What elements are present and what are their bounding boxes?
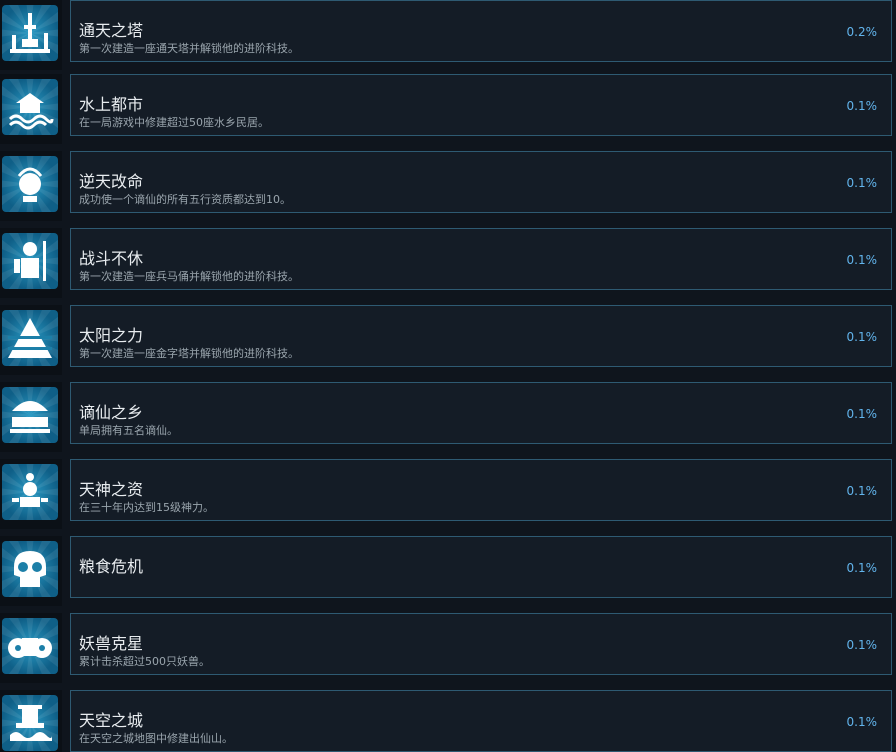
skull-icon <box>2 541 58 597</box>
achievement-icon-frame <box>0 690 62 752</box>
achievement-row[interactable]: 逆天改命 成功使一个谪仙的所有五行资质都达到10。 0.1% <box>0 151 896 228</box>
water-city-icon <box>2 79 58 135</box>
achievement-panel: 太阳之力 第一次建造一座金字塔并解锁他的进阶科技。 0.1% <box>70 305 892 367</box>
achievement-row[interactable]: 天空之城 在天空之城地图中修建出仙山。 0.1% <box>0 690 896 752</box>
achievement-title: 谪仙之乡 <box>79 403 144 422</box>
achievement-row[interactable]: 谪仙之乡 单局拥有五名谪仙。 0.1% <box>0 382 896 459</box>
achievement-icon-frame <box>0 151 62 221</box>
pyramid-icon <box>2 310 58 366</box>
achievement-row[interactable]: 战斗不休 第一次建造一座兵马俑并解锁他的进阶科技。 0.1% <box>0 228 896 305</box>
achievement-panel: 粮食危机 0.1% <box>70 536 892 598</box>
achievement-panel: 战斗不休 第一次建造一座兵马俑并解锁他的进阶科技。 0.1% <box>70 228 892 290</box>
village-icon <box>2 387 58 443</box>
achievement-panel: 谪仙之乡 单局拥有五名谪仙。 0.1% <box>70 382 892 444</box>
achievement-title: 战斗不休 <box>79 249 144 268</box>
achievement-description: 累计击杀超过500只妖兽。 <box>79 655 210 668</box>
achievement-icon-frame <box>0 536 62 606</box>
achievement-description: 成功使一个谪仙的所有五行资质都达到10。 <box>79 193 291 206</box>
achievement-icon-frame <box>0 0 62 70</box>
achievement-panel: 逆天改命 成功使一个谪仙的所有五行资质都达到10。 0.1% <box>70 151 892 213</box>
achievement-description: 在三十年内达到15级神力。 <box>79 501 214 514</box>
achievement-percent: 0.1% <box>846 484 878 498</box>
achievement-percent: 0.1% <box>846 330 878 344</box>
achievement-title: 水上都市 <box>79 95 144 114</box>
achievement-title: 逆天改命 <box>79 172 144 191</box>
achievement-description: 在天空之城地图中修建出仙山。 <box>79 732 233 745</box>
achievement-panel: 通天之塔 第一次建造一座通天塔并解锁他的进阶科技。 0.2% <box>70 0 892 62</box>
achievement-title: 妖兽克星 <box>79 634 144 653</box>
achievement-list: 通天之塔 第一次建造一座通天塔并解锁他的进阶科技。 0.2% 水上都市 在一局游… <box>0 0 896 752</box>
achievement-percent: 0.1% <box>846 176 878 190</box>
achievement-title: 天空之城 <box>79 711 144 730</box>
achievement-panel: 妖兽克星 累计击杀超过500只妖兽。 0.1% <box>70 613 892 675</box>
achievement-row[interactable]: 太阳之力 第一次建造一座金字塔并解锁他的进阶科技。 0.1% <box>0 305 896 382</box>
achievement-row[interactable]: 天神之资 在三十年内达到15级神力。 0.1% <box>0 459 896 536</box>
achievement-row[interactable]: 妖兽克星 累计击杀超过500只妖兽。 0.1% <box>0 613 896 690</box>
achievement-percent: 0.1% <box>846 99 878 113</box>
achievement-description: 第一次建造一座兵马俑并解锁他的进阶科技。 <box>79 270 299 283</box>
achievement-title: 通天之塔 <box>79 21 144 40</box>
achievement-panel: 天神之资 在三十年内达到15级神力。 0.1% <box>70 459 892 521</box>
achievement-percent: 0.1% <box>846 638 878 652</box>
achievement-row[interactable]: 水上都市 在一局游戏中修建超过50座水乡民居。 0.1% <box>0 74 896 151</box>
achievement-row[interactable]: 粮食危机 0.1% <box>0 536 896 613</box>
achievement-percent: 0.1% <box>846 407 878 421</box>
achievement-percent: 0.2% <box>846 25 878 39</box>
achievement-icon-frame <box>0 613 62 683</box>
achievement-icon-frame <box>0 305 62 375</box>
achievement-description: 第一次建造一座金字塔并解锁他的进阶科技。 <box>79 347 299 360</box>
achievement-title: 天神之资 <box>79 480 144 499</box>
achievement-percent: 0.1% <box>846 561 878 575</box>
achievement-icon-frame <box>0 228 62 298</box>
achievement-icon-frame <box>0 459 62 529</box>
achievement-percent: 0.1% <box>846 715 878 729</box>
sky-castle-icon <box>2 695 58 751</box>
achievement-icon-frame <box>0 382 62 452</box>
beast-icon <box>2 618 58 674</box>
achievement-row[interactable]: 通天之塔 第一次建造一座通天塔并解锁他的进阶科技。 0.2% <box>0 0 896 77</box>
achievement-title: 粮食危机 <box>79 557 144 576</box>
achievement-description: 单局拥有五名谪仙。 <box>79 424 178 437</box>
warrior-icon <box>2 233 58 289</box>
achievement-title: 太阳之力 <box>79 326 144 345</box>
achievement-panel: 水上都市 在一局游戏中修建超过50座水乡民居。 0.1% <box>70 74 892 136</box>
achievement-panel: 天空之城 在天空之城地图中修建出仙山。 0.1% <box>70 690 892 752</box>
achievement-description: 第一次建造一座通天塔并解锁他的进阶科技。 <box>79 42 299 55</box>
achievement-icon-frame <box>0 74 62 144</box>
achievement-description: 在一局游戏中修建超过50座水乡民居。 <box>79 116 269 129</box>
achievement-percent: 0.1% <box>846 253 878 267</box>
tower-icon <box>2 5 58 61</box>
deity-icon <box>2 464 58 520</box>
immortal-head-icon <box>2 156 58 212</box>
